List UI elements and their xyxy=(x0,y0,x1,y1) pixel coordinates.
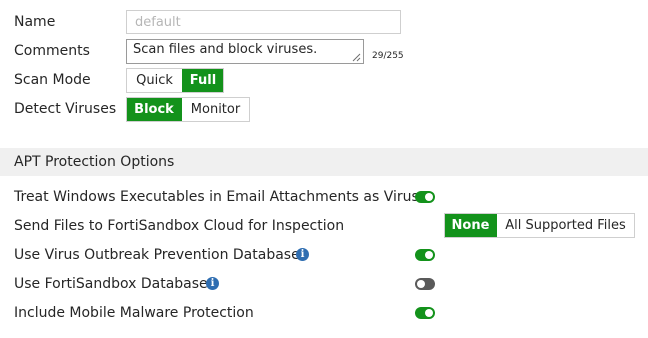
treat-executables-toggle[interactable] xyxy=(415,191,435,203)
send-to-sandbox-all-option[interactable]: All Supported Files xyxy=(496,214,634,237)
outbreak-db-info-icon[interactable]: i xyxy=(296,248,309,261)
toggle-knob xyxy=(425,251,433,259)
fortisandbox-db-toggle[interactable] xyxy=(415,278,435,290)
mobile-malware-toggle[interactable] xyxy=(415,307,435,319)
fortisandbox-db-label: Use FortiSandbox Database xyxy=(14,276,208,292)
comments-label: Comments xyxy=(14,43,90,59)
scan-mode-selector: Quick Full xyxy=(126,68,224,93)
apt-section-header: APT Protection Options xyxy=(0,148,648,176)
mobile-malware-label: Include Mobile Malware Protection xyxy=(14,305,254,321)
scan-mode-full-option[interactable]: Full xyxy=(182,69,223,92)
resize-grip-icon[interactable] xyxy=(352,53,361,62)
comments-char-counter: 29/255 xyxy=(372,51,404,61)
toggle-knob xyxy=(417,280,425,288)
detect-viruses-selector: Block Monitor xyxy=(126,97,250,122)
send-to-sandbox-label: Send Files to FortiSandbox Cloud for Ins… xyxy=(14,218,345,234)
name-label: Name xyxy=(14,14,56,30)
outbreak-db-toggle[interactable] xyxy=(415,249,435,261)
name-input[interactable] xyxy=(126,10,401,34)
detect-viruses-block-option[interactable]: Block xyxy=(127,98,181,121)
detect-viruses-label: Detect Viruses xyxy=(14,101,117,117)
scan-mode-quick-option[interactable]: Quick xyxy=(127,69,182,92)
toggle-knob xyxy=(425,193,433,201)
send-to-sandbox-selector: None All Supported Files xyxy=(444,213,635,238)
toggle-knob xyxy=(425,309,433,317)
send-to-sandbox-none-option[interactable]: None xyxy=(445,214,496,237)
comments-textarea[interactable]: Scan files and block viruses. xyxy=(126,39,364,64)
treat-executables-label: Treat Windows Executables in Email Attac… xyxy=(14,189,435,205)
scan-mode-label: Scan Mode xyxy=(14,72,91,88)
outbreak-db-label: Use Virus Outbreak Prevention Database xyxy=(14,247,300,263)
detect-viruses-monitor-option[interactable]: Monitor xyxy=(181,98,249,121)
fortisandbox-db-info-icon[interactable]: i xyxy=(206,277,219,290)
